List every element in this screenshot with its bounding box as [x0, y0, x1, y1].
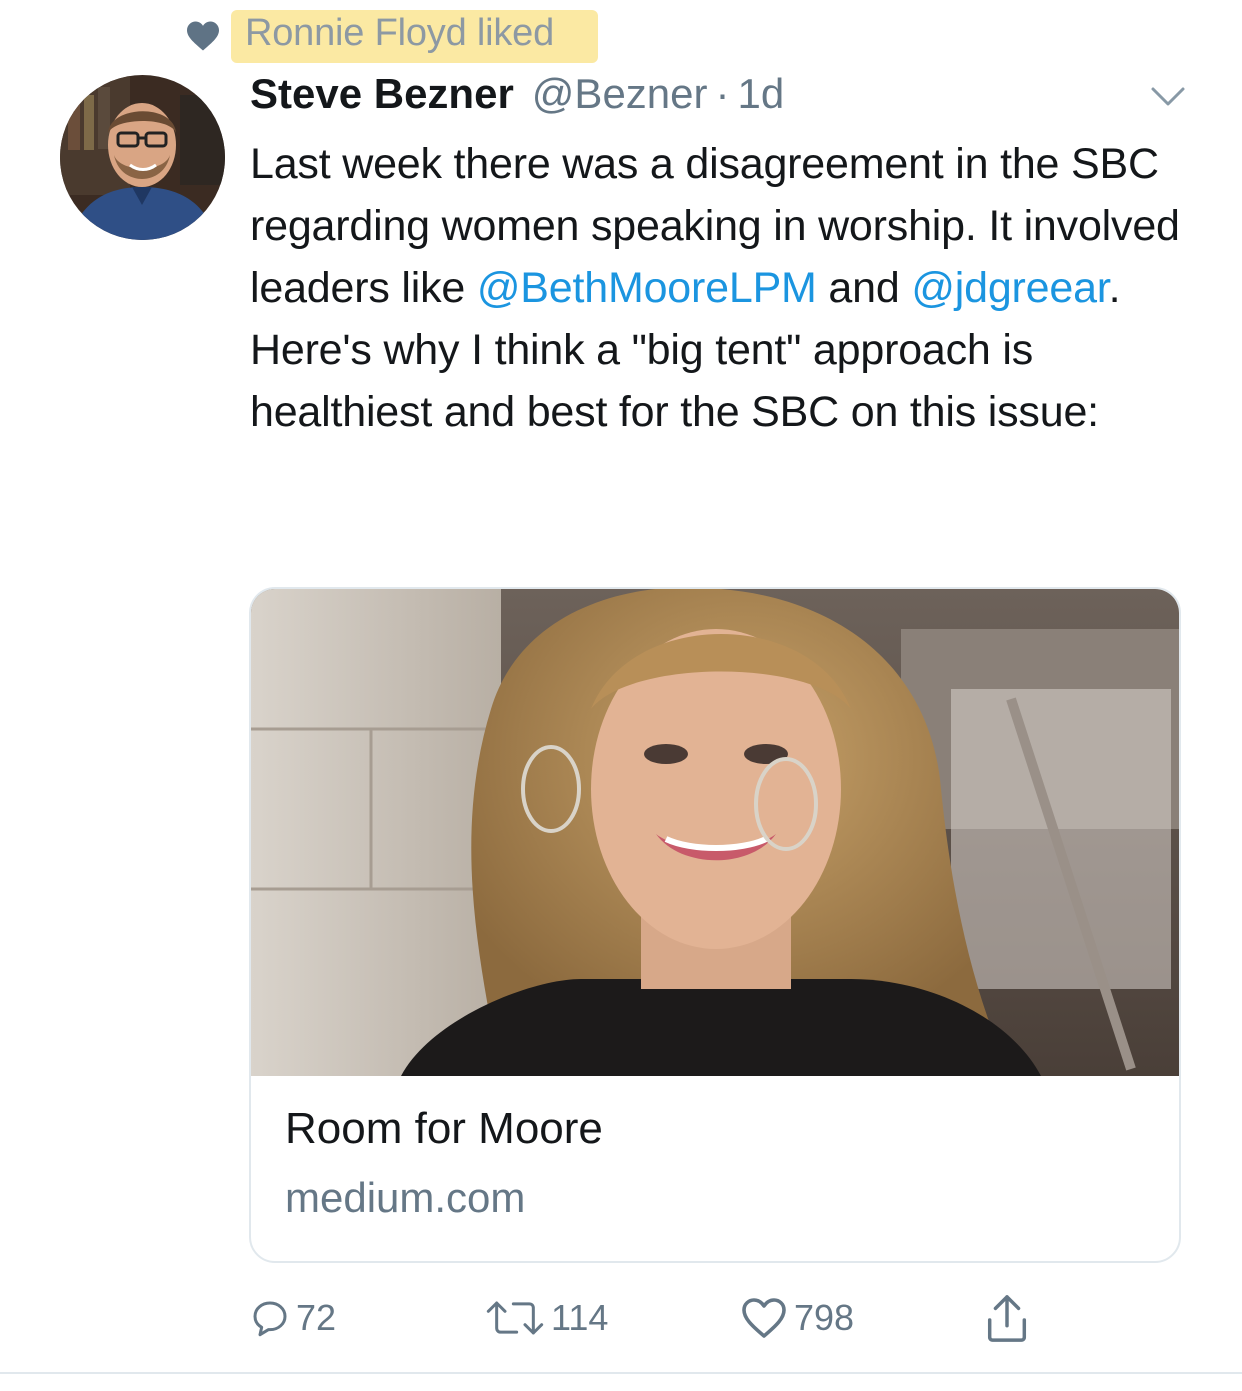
mention-jdgreear[interactable]: @jdgreear — [911, 264, 1108, 312]
mention-bethmoorelpm[interactable]: @BethMooreLPM — [477, 264, 817, 312]
heart-icon — [187, 21, 219, 51]
tweet-header: Steve Bezner @Bezner · 1d — [250, 70, 784, 126]
card-title[interactable]: Room for Moore — [285, 1104, 603, 1154]
share-button[interactable] — [985, 1290, 1035, 1346]
author-handle[interactable]: @Bezner — [532, 70, 708, 118]
link-card[interactable]: Room for Moore medium.com — [249, 587, 1181, 1263]
card-domain[interactable]: medium.com — [285, 1174, 525, 1222]
share-icon — [987, 1295, 1027, 1342]
reply-icon — [253, 1301, 287, 1337]
like-icon — [742, 1298, 786, 1338]
card-image — [251, 589, 1179, 1076]
reply-button[interactable]: 72 — [250, 1290, 336, 1346]
retweet-icon — [486, 1301, 544, 1335]
tweet-text-part: and — [816, 264, 912, 312]
social-context: Ronnie Floyd liked — [185, 9, 599, 63]
retweet-count: 114 — [551, 1297, 609, 1338]
tweet-actions: 72 114 798 — [250, 1290, 1210, 1346]
chevron-down-icon[interactable] — [1150, 85, 1186, 109]
liked-by-text[interactable]: Ronnie Floyd liked — [231, 9, 599, 63]
avatar[interactable] — [60, 75, 225, 240]
divider — [0, 1372, 1242, 1374]
separator-dot: · — [715, 70, 730, 117]
timestamp[interactable]: 1d — [738, 70, 785, 118]
tweet-text: Last week there was a disagreement in th… — [250, 133, 1210, 443]
retweet-button[interactable]: 114 — [485, 1290, 608, 1346]
like-count: 798 — [794, 1297, 855, 1338]
like-button[interactable]: 798 — [740, 1290, 854, 1346]
reply-count: 72 — [296, 1297, 337, 1338]
author-name[interactable]: Steve Bezner — [250, 70, 514, 118]
